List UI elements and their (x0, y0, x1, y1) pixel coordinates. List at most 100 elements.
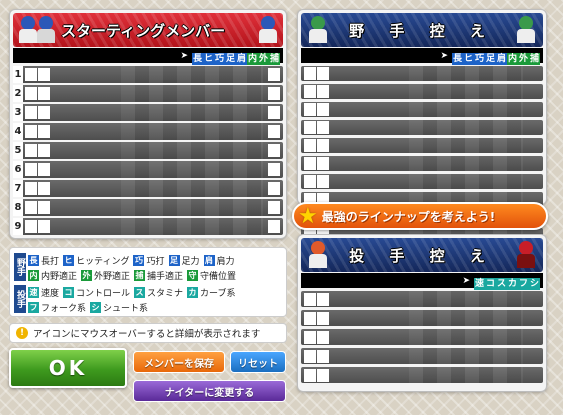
legend-chip: 肩 (203, 255, 215, 266)
position-slot-icon[interactable] (268, 144, 280, 157)
player-slot-icon[interactable] (304, 292, 316, 306)
player-avatar-icon (307, 16, 329, 44)
ok-button[interactable]: OK (9, 348, 127, 388)
player-slot-icon[interactable] (317, 103, 329, 116)
stat-header-chip: 内 (507, 53, 518, 65)
roster-slot-row[interactable]: 4 (13, 123, 283, 140)
player-slot-icon[interactable] (304, 330, 316, 344)
roster-slot-row[interactable]: 2 (13, 85, 283, 102)
player-slot-icon[interactable] (38, 106, 50, 119)
position-slot-icon[interactable] (268, 68, 280, 81)
player-slot-icon[interactable] (304, 311, 316, 325)
roster-slot-row[interactable] (301, 156, 543, 171)
player-slot-icon[interactable] (304, 157, 316, 170)
batting-order-number: 4 (13, 123, 23, 140)
player-avatar-icon (35, 16, 57, 44)
stat-header-chip: 内 (247, 53, 258, 65)
player-slot-icon[interactable] (38, 125, 50, 138)
roster-slot-row[interactable] (301, 367, 543, 383)
position-slot-icon[interactable] (268, 182, 280, 195)
roster-slot-row[interactable] (301, 66, 543, 81)
player-slot-icon[interactable] (317, 139, 329, 152)
batting-order-number: 6 (13, 161, 23, 178)
legend-text: 長打 (41, 257, 60, 267)
player-slot-icon[interactable] (25, 125, 37, 138)
legend-chip: 長 (28, 255, 39, 266)
fielder-legend-row: 内内野適正外外野適正捕捕手適正守守備位置 (28, 269, 236, 282)
legend-chip: 内 (28, 270, 39, 281)
roster-slot-row[interactable] (301, 102, 543, 117)
player-slot-icon[interactable] (304, 121, 316, 134)
stat-header-chip: 足 (485, 53, 496, 65)
roster-slot-row[interactable]: 1 (13, 66, 283, 83)
position-slot-icon[interactable] (268, 125, 280, 138)
roster-slot-row[interactable]: 3 (13, 104, 283, 121)
player-slot-icon[interactable] (317, 85, 329, 98)
batting-order-number: 3 (13, 104, 23, 121)
roster-slot-row[interactable] (301, 120, 543, 135)
legend-text: 速度 (41, 289, 60, 299)
stat-header-chip: 捕 (269, 53, 280, 65)
roster-slot-row[interactable]: 5 (13, 142, 283, 159)
reset-button[interactable]: リセット (230, 351, 286, 373)
stat-cells (409, 138, 523, 153)
player-slot-icon[interactable] (38, 201, 50, 214)
player-slot-icon[interactable] (38, 182, 50, 195)
player-slot-icon[interactable] (38, 144, 50, 157)
player-slot-icon[interactable] (25, 68, 37, 81)
player-slot-icon[interactable] (304, 85, 316, 98)
player-slot-icon[interactable] (25, 163, 37, 176)
player-slot-icon[interactable] (25, 106, 37, 119)
player-slot-icon[interactable] (25, 144, 37, 157)
position-slot-icon[interactable] (268, 87, 280, 100)
batting-order-number: 1 (13, 66, 23, 83)
legend-chip: 足 (168, 255, 180, 266)
legend-text: 捕手適正 (147, 272, 184, 282)
night-game-button[interactable]: ナイターに変更する (133, 380, 286, 402)
player-slot-icon[interactable] (304, 175, 316, 188)
player-slot-icon[interactable] (25, 182, 37, 195)
player-slot-icon[interactable] (317, 311, 329, 325)
player-slot-icon[interactable] (304, 349, 316, 363)
stat-header-chip: 肩 (496, 53, 507, 65)
player-slot-icon[interactable] (317, 349, 329, 363)
save-members-button[interactable]: メンバーを保存 (133, 351, 225, 373)
roster-slot-row[interactable] (301, 348, 543, 364)
roster-slot-row[interactable]: 9 (13, 218, 283, 235)
player-slot-icon[interactable] (317, 67, 329, 80)
player-slot-icon[interactable] (317, 368, 329, 382)
player-slot-icon[interactable] (317, 292, 329, 306)
player-slot-icon[interactable] (317, 121, 329, 134)
fielder-stat-header: ➤ 長ヒ巧足肩内外捕 (301, 48, 543, 65)
player-slot-icon[interactable] (304, 139, 316, 152)
arrow-right-icon: ➤ (440, 50, 448, 61)
roster-slot-row[interactable] (301, 138, 543, 153)
roster-slot-row[interactable]: 7 (13, 180, 283, 197)
position-slot-icon[interactable] (268, 106, 280, 119)
player-slot-icon[interactable] (317, 330, 329, 344)
player-slot-icon[interactable] (304, 103, 316, 116)
player-slot-icon[interactable] (25, 87, 37, 100)
roster-slot-row[interactable]: 8 (13, 199, 283, 216)
player-slot-icon[interactable] (25, 201, 37, 214)
stat-cells (409, 291, 523, 307)
position-slot-icon[interactable] (268, 201, 280, 214)
roster-slot-row[interactable] (301, 291, 543, 307)
player-slot-icon[interactable] (304, 67, 316, 80)
mouseover-hint: ! アイコンにマウスオーバーすると詳細が表示されます (9, 323, 287, 343)
player-slot-icon[interactable] (25, 220, 37, 233)
player-slot-icon[interactable] (38, 87, 50, 100)
player-slot-icon[interactable] (317, 157, 329, 170)
player-slot-icon[interactable] (38, 220, 50, 233)
position-slot-icon[interactable] (268, 163, 280, 176)
position-slot-icon[interactable] (268, 220, 280, 233)
player-slot-icon[interactable] (38, 68, 50, 81)
player-slot-icon[interactable] (38, 163, 50, 176)
roster-slot-row[interactable] (301, 84, 543, 99)
roster-slot-row[interactable]: 6 (13, 161, 283, 178)
roster-slot-row[interactable] (301, 310, 543, 326)
player-slot-icon[interactable] (304, 368, 316, 382)
player-slot-icon[interactable] (317, 175, 329, 188)
roster-slot-row[interactable] (301, 329, 543, 345)
roster-slot-row[interactable] (301, 174, 543, 189)
